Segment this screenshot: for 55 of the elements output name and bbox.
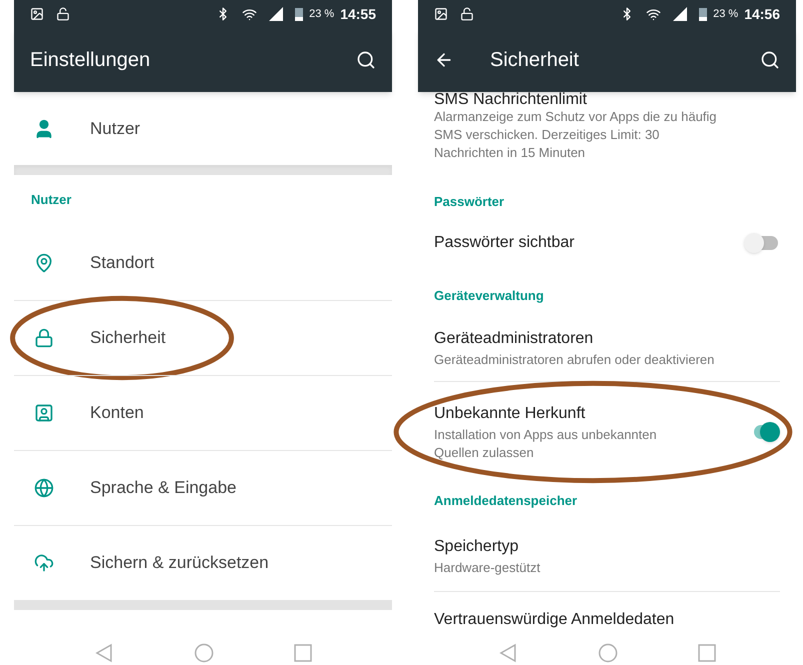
toggle-switch[interactable]: [752, 422, 780, 442]
clock: 14:55: [340, 4, 376, 24]
location-pin-icon: [34, 252, 54, 272]
settings-item[interactable]: Standort: [14, 225, 392, 300]
item-summary: Installation von Apps aus unbekannten Quellen zulassen: [434, 426, 658, 462]
item-summary: Hardware-gestützt: [434, 558, 542, 576]
home-nav-icon[interactable]: [598, 642, 618, 662]
account-icon: [34, 403, 54, 423]
item-title: Speichertyp: [434, 536, 520, 556]
search-icon[interactable]: [356, 50, 376, 70]
settings-item[interactable]: Geräteadministratoren Geräteadministratoren abrufen oder deaktivieren: [434, 314, 780, 382]
item-summary: Alarmanzeige zum Schutz vor Apps die zu häufig SMS verschicken. Derzeitiges Limit: 30 Nachrichten in 15 Minuten: [434, 108, 718, 162]
item-summary: Geräteadministratoren abrufen oder deaktivieren: [434, 350, 716, 368]
item-title: Passwörter sichtbar: [434, 233, 576, 253]
toolbar-title: Sicherheit: [490, 48, 580, 73]
home-nav-icon[interactable]: [194, 642, 214, 662]
back-nav-icon[interactable]: [94, 642, 114, 662]
wifi-icon: [242, 6, 258, 22]
recents-nav-icon[interactable]: [294, 644, 312, 662]
wifi-icon: [646, 6, 662, 22]
section-header: Nutzer: [31, 191, 72, 210]
toolbar-title: Einstellungen: [30, 48, 150, 73]
battery-icon: [699, 7, 708, 21]
battery-icon: [295, 7, 304, 21]
signal-icon: [269, 7, 284, 21]
settings-item[interactable]: Sprache & Eingabe: [14, 450, 392, 525]
item-title: Unbekannte Herkunft: [434, 404, 586, 424]
unlock-icon: [56, 7, 70, 21]
recents-nav-icon[interactable]: [698, 644, 716, 662]
globe-icon: [34, 478, 54, 498]
settings-item[interactable]: Sicherheit: [14, 300, 392, 375]
clock: 14:56: [744, 4, 780, 24]
image-icon: [434, 7, 448, 21]
lock-icon: [34, 328, 54, 348]
back-nav-icon[interactable]: [498, 642, 518, 662]
unlock-icon: [460, 7, 474, 21]
toggle-switch[interactable]: [744, 233, 780, 253]
item-title: Geräteadministratoren: [434, 328, 594, 348]
battery-percent: 23 %: [713, 6, 738, 22]
battery-percent: 23 %: [309, 6, 334, 22]
section-header: Anmeldedatenspeicher: [434, 492, 578, 510]
settings-item[interactable]: Passwörter sichtbar: [434, 216, 780, 270]
settings-item[interactable]: Konten: [14, 375, 392, 450]
signal-icon: [673, 7, 688, 21]
search-icon[interactable]: [760, 50, 780, 70]
section-header: Geräteverwaltung: [434, 286, 544, 305]
settings-item[interactable]: Vertrauenswürdige Anmeldedaten: [434, 592, 780, 640]
item-title: Vertrauenswürdige Anmeldedaten: [434, 610, 676, 630]
settings-item[interactable]: Speichertyp Hardware-gestützt: [434, 520, 780, 592]
settings-item[interactable]: Nutzer: [14, 92, 392, 165]
settings-item[interactable]: SMS Nachrichtenlimit Alarmanzeige zum Schutz vor Apps die zu häufig SMS verschicken. Derzeitiges Limit: 30 Nachrichten in 15 Minuten: [434, 92, 780, 172]
image-icon: [30, 7, 44, 21]
item-title: SMS Nachrichtenlimit: [434, 92, 588, 108]
section-header: Passwörter: [434, 192, 504, 210]
cloud-upload-icon: [34, 553, 54, 573]
